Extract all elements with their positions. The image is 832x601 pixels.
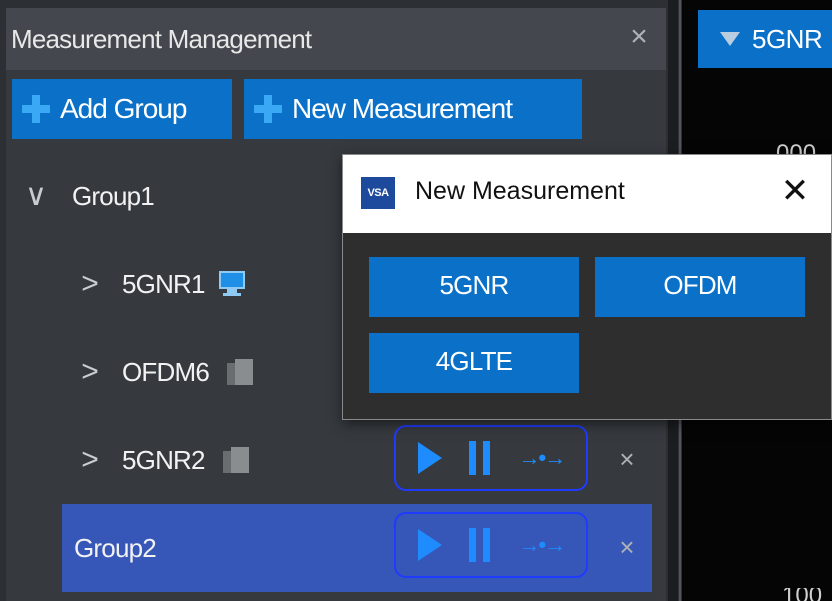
vsa-logo-icon: VSA <box>361 177 395 209</box>
tree-item-label: Group1 <box>72 180 155 211</box>
pause-icon[interactable] <box>469 441 491 475</box>
plus-icon <box>20 93 52 125</box>
add-group-label: Add Group <box>60 93 187 124</box>
5gnr-button[interactable]: 5GNR <box>369 257 579 317</box>
plus-icon <box>252 93 284 125</box>
chevron-right-icon[interactable]: > <box>70 342 110 402</box>
dialog-close-icon[interactable]: ✕ <box>777 173 813 209</box>
measurement-controls-group2: →•→ <box>394 512 588 578</box>
play-icon[interactable] <box>417 529 442 561</box>
step-icon[interactable]: →•→ <box>519 532 567 558</box>
new-measurement-dialog: VSA New Measurement ✕ 5GNR OFDM 4GLTE <box>342 154 832 420</box>
tree-item-label: 5GNR2 <box>122 444 206 475</box>
dialog-title: New Measurement <box>415 177 625 205</box>
dialog-titlebar: VSA New Measurement ✕ <box>343 155 831 233</box>
axis-label-top: 000 <box>776 140 817 154</box>
chevron-right-icon[interactable]: > <box>70 254 110 314</box>
step-icon[interactable]: →•→ <box>519 445 567 471</box>
tree-item-label: OFDM6 <box>122 356 210 387</box>
chevron-down-icon[interactable]: ∨ <box>16 166 56 226</box>
measurement-controls-5gnr2: →•→ <box>394 425 588 491</box>
tree-item-label: Group2 <box>74 532 157 563</box>
panel-title: Measurement Management <box>11 24 312 54</box>
remove-group2-close-icon[interactable]: × <box>612 532 642 562</box>
chevron-right-icon[interactable]: > <box>70 430 110 490</box>
new-measurement-button[interactable]: New Measurement <box>244 79 582 139</box>
pause-icon[interactable] <box>469 528 491 562</box>
tree-item-ofdm6[interactable]: > OFDM6 <box>70 342 254 402</box>
panel-header: Measurement Management × <box>6 8 666 70</box>
tree-item-5gnr2[interactable]: > 5GNR2 <box>70 430 249 490</box>
play-icon[interactable] <box>417 442 442 474</box>
4glte-button[interactable]: 4GLTE <box>369 333 579 393</box>
add-group-button[interactable]: Add Group <box>12 79 232 139</box>
tree-item-group2-content: Group2 <box>74 518 157 578</box>
new-measurement-label: New Measurement <box>292 93 513 124</box>
ofdm-button[interactable]: OFDM <box>595 257 805 317</box>
package-icon <box>222 447 249 473</box>
remove-5gnr2-close-icon[interactable]: × <box>612 444 642 474</box>
tree-item-group1[interactable]: ∨ Group1 <box>16 166 155 226</box>
package-icon <box>227 359 254 385</box>
tab-5gnr[interactable]: 5GNR <box>698 10 832 68</box>
axis-label-bottom: 100 <box>782 588 832 601</box>
monitor-icon <box>217 271 249 297</box>
tree-item-label: 5GNR1 <box>122 268 206 299</box>
tab-label: 5GNR <box>752 23 823 54</box>
tree-item-5gnr1[interactable]: > 5GNR1 <box>70 254 249 314</box>
panel-close-icon[interactable]: × <box>624 22 654 52</box>
triangle-down-icon[interactable] <box>720 32 740 46</box>
